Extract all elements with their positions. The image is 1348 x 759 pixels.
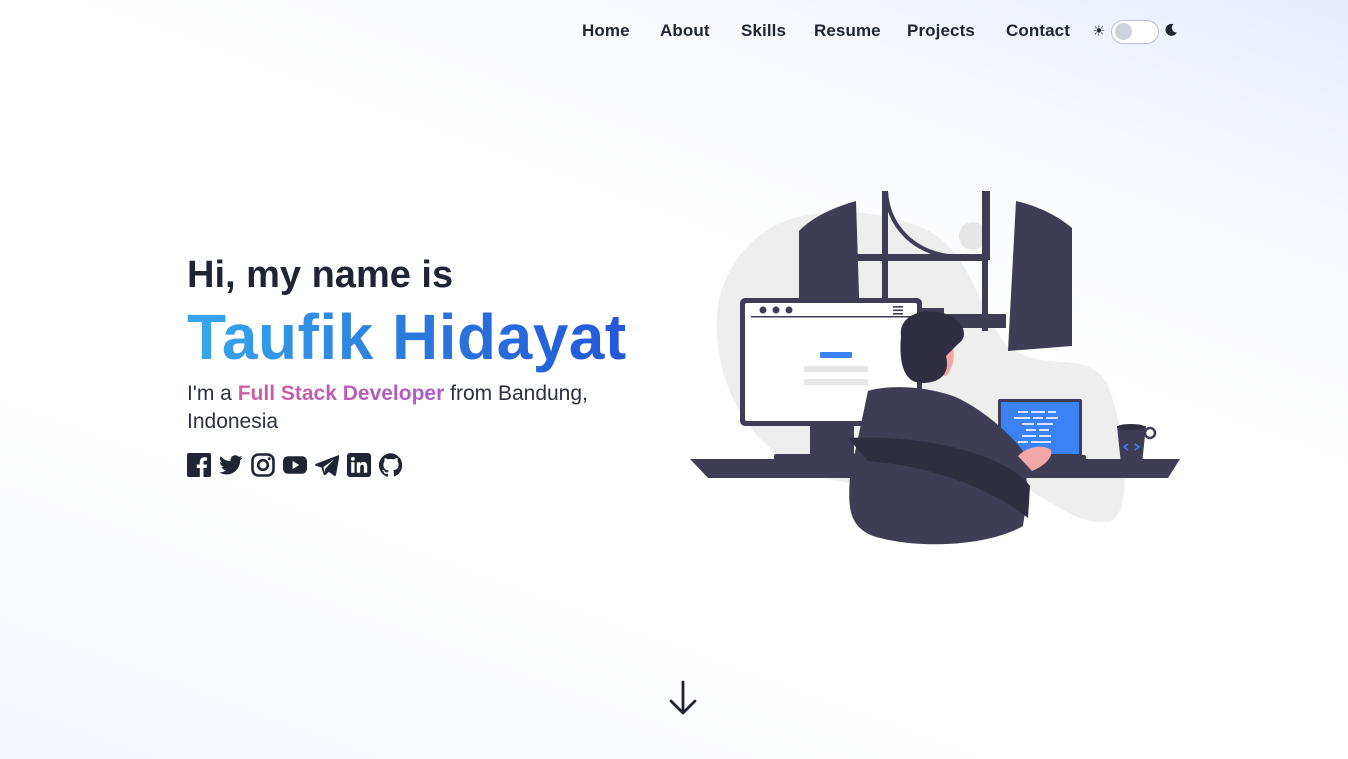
nav-about-link[interactable]: About	[660, 21, 710, 41]
nav-resume-link[interactable]: Resume	[814, 21, 881, 41]
nav-projects-link[interactable]: Projects	[907, 21, 975, 41]
sun-icon: ☀	[1092, 23, 1106, 40]
theme-switch[interactable]	[1111, 20, 1159, 44]
moon-icon	[1165, 23, 1177, 36]
facebook-icon[interactable]	[187, 453, 211, 477]
theme-switch-knob	[1115, 23, 1132, 40]
github-icon[interactable]	[379, 453, 403, 477]
arrow-down-icon[interactable]	[668, 680, 698, 716]
telegram-icon[interactable]	[315, 453, 339, 477]
linkedin-icon[interactable]	[347, 453, 371, 477]
twitter-icon[interactable]	[219, 453, 243, 477]
nav-contact-link[interactable]: Contact	[1006, 21, 1070, 41]
top-nav: Home About Skills Resume Projects Contac…	[0, 0, 1348, 64]
role-text: Full Stack Developer	[237, 382, 445, 405]
hero-name: Taufik Hidayat	[187, 301, 627, 373]
nav-skills-link[interactable]: Skills	[741, 21, 786, 41]
instagram-icon[interactable]	[251, 453, 275, 477]
youtube-icon[interactable]	[283, 453, 307, 477]
theme-toggle: ☀	[1090, 18, 1182, 46]
developer-illustration	[690, 190, 1180, 545]
hero-greeting: Hi, my name is	[187, 254, 454, 296]
intro-prefix: I'm a	[187, 382, 232, 405]
nav-home-link[interactable]: Home	[582, 21, 630, 41]
hero-intro: I'm a Full Stack Developer from Bandung,…	[187, 380, 627, 436]
